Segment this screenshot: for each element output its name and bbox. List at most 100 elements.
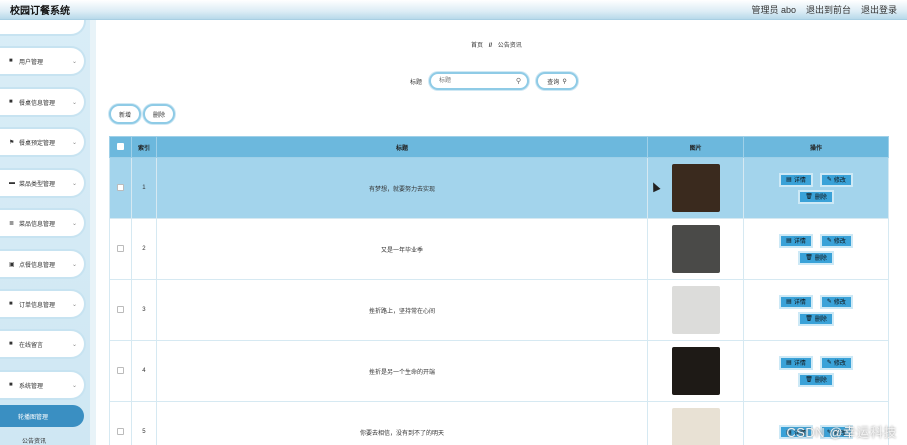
row-ops-cell: ▤ 详情 ✎ 修改 🗑 删除 bbox=[743, 340, 889, 402]
delete-label: 删除 bbox=[814, 317, 827, 323]
sidebar-subitem-carousel[interactable]: 轮播图管理 bbox=[0, 405, 84, 427]
sidebar-subitem-news[interactable]: 公告资讯 bbox=[0, 436, 84, 445]
table-row[interactable]: 3 挫折路上，坚持常在心间 ▤ 详情 ✎ 修改 🗑 删除 bbox=[109, 279, 889, 341]
row-checkbox[interactable] bbox=[116, 183, 124, 191]
row-image-cell bbox=[647, 401, 745, 445]
sidebar: ■ 用户管理 ⌄ ■ 餐桌信息管理 ⌄ ⚑ 餐桌预定管理 ⌄ ▬ 菜品类型管理 … bbox=[0, 20, 90, 445]
row-checkbox-cell bbox=[109, 279, 132, 341]
trash-icon: 🗑 bbox=[805, 377, 813, 383]
trash-icon: 🗑 bbox=[805, 316, 813, 322]
sidebar-item-label: 点餐信息管理 bbox=[19, 262, 56, 269]
delete-label: 删除 bbox=[814, 195, 827, 201]
breadcrumb-separator: // bbox=[488, 43, 493, 49]
column-header-image: 图片 bbox=[647, 136, 745, 158]
row-checkbox[interactable] bbox=[116, 305, 124, 313]
row-checkbox[interactable] bbox=[116, 427, 124, 435]
row-ops-cell: ▤ 详情 ✎ 修改 🗑 删除 bbox=[743, 279, 889, 341]
add-button[interactable]: 新增 bbox=[109, 104, 141, 124]
edit-icon: ✎ bbox=[826, 238, 832, 244]
logout-link[interactable]: 退出登录 bbox=[861, 3, 897, 16]
row-checkbox-cell bbox=[109, 340, 132, 402]
sidebar-item-orders[interactable]: ■ 订单信息管理 ⌄ bbox=[0, 291, 84, 317]
table-row[interactable]: 4 挫折是另一个生命的开端 ▤ 详情 ✎ 修改 🗑 删除 bbox=[109, 340, 889, 402]
edit-label: 修改 bbox=[833, 300, 846, 306]
sidebar-item-label: 餐桌信息管理 bbox=[19, 100, 56, 107]
grid-icon: ■ bbox=[9, 99, 13, 105]
row-index: 5 bbox=[130, 401, 157, 445]
row-delete-button[interactable]: 🗑 删除 bbox=[798, 311, 834, 326]
query-button-label: 查询 bbox=[547, 79, 560, 86]
detail-icon: ▤ bbox=[786, 238, 792, 244]
chevron-down-icon: ⌄ bbox=[71, 180, 77, 187]
row-title: 你要去相信，没有到不了的明天 bbox=[155, 401, 649, 445]
sidebar-item-orders-food[interactable]: ▣ 点餐信息管理 ⌄ bbox=[0, 251, 84, 277]
sidebar-item-label: 系统管理 bbox=[19, 383, 44, 390]
delete-button[interactable]: 删除 bbox=[143, 104, 175, 124]
sidebar-item-tables[interactable]: ■ 餐桌信息管理 ⌄ bbox=[0, 89, 84, 115]
row-image-cell bbox=[647, 279, 745, 341]
detail-button[interactable]: ▤ 详情 bbox=[779, 233, 813, 248]
row-thumbnail bbox=[671, 347, 720, 395]
edit-label: 修改 bbox=[833, 361, 846, 367]
row-index: 4 bbox=[130, 340, 157, 402]
breadcrumb: 首页 // 公告资讯 bbox=[471, 40, 522, 49]
table-row[interactable]: 1 有梦想，就要努力去实现 ▤ 详情 ✎ 修改 🗑 删除 bbox=[109, 157, 889, 219]
flag-icon: ⚑ bbox=[9, 139, 15, 146]
edit-button[interactable]: ✎ 修改 bbox=[819, 233, 853, 248]
grid-icon: ■ bbox=[9, 341, 13, 347]
detail-icon: ▤ bbox=[786, 360, 792, 366]
row-title: 有梦想，就要努力去实现 bbox=[155, 157, 649, 219]
sidebar-item-dishes[interactable]: ≣ 菜品信息管理 ⌄ bbox=[0, 210, 84, 236]
detail-label: 详情 bbox=[793, 178, 806, 184]
row-delete-button[interactable]: 🗑 删除 bbox=[798, 250, 834, 265]
row-thumbnail bbox=[671, 225, 720, 273]
detail-label: 详情 bbox=[793, 239, 806, 245]
row-title: 挫折路上，坚持常在心间 bbox=[155, 279, 649, 341]
row-title: 挫折是另一个生命的开端 bbox=[155, 340, 649, 402]
breadcrumb-home[interactable]: 首页 bbox=[471, 43, 483, 49]
detail-button[interactable]: ▤ 详情 bbox=[779, 172, 813, 187]
row-checkbox[interactable] bbox=[116, 244, 124, 252]
row-delete-button[interactable]: 🗑 删除 bbox=[798, 189, 834, 204]
sidebar-item-system[interactable]: ■ 系统管理 ⌄ bbox=[0, 372, 84, 398]
doc-icon: ≣ bbox=[9, 220, 15, 227]
exit-to-front-link[interactable]: 退出到前台 bbox=[806, 3, 851, 16]
select-all-checkbox[interactable] bbox=[116, 142, 124, 150]
detail-button[interactable]: ▤ 详情 bbox=[779, 294, 813, 309]
row-checkbox[interactable] bbox=[116, 366, 124, 374]
chevron-down-icon: ⌄ bbox=[71, 99, 77, 106]
table-row[interactable]: 2 又是一年毕业季 ▤ 详情 ✎ 修改 🗑 删除 bbox=[109, 218, 889, 280]
sidebar-item-label: 用户管理 bbox=[19, 59, 44, 66]
column-header-ops: 操作 bbox=[743, 136, 889, 158]
sidebar-item-users[interactable]: ■ 用户管理 ⌄ bbox=[0, 48, 84, 74]
edit-icon: ✎ bbox=[826, 177, 832, 183]
detail-icon: ▤ bbox=[786, 299, 792, 305]
top-bar: 校园订餐系统 管理员 abo 退出到前台 退出登录 bbox=[0, 0, 907, 20]
grid-icon: ■ bbox=[9, 301, 13, 307]
grid-icon: ■ bbox=[9, 382, 13, 388]
detail-icon: ▤ bbox=[786, 177, 792, 183]
delete-label: 删除 bbox=[814, 256, 827, 262]
edit-button[interactable]: ✎ 修改 bbox=[819, 172, 853, 187]
column-header-title: 标题 bbox=[155, 136, 649, 158]
sidebar-item-label: 订单信息管理 bbox=[19, 302, 56, 309]
main-content: 首页 // 公告资讯 标题 ⚲ 查询 ⚲ 新增 删除 索引 标题 图片 操作 bbox=[96, 20, 907, 445]
detail-label: 详情 bbox=[793, 300, 806, 306]
detail-button[interactable]: ▤ 详情 bbox=[779, 355, 813, 370]
chevron-down-icon: ⌄ bbox=[71, 220, 77, 227]
query-button[interactable]: 查询 ⚲ bbox=[536, 72, 579, 90]
edit-button[interactable]: ✎ 修改 bbox=[819, 294, 853, 309]
table-row[interactable]: 5 你要去相信，没有到不了的明天 ▤ 详情 ✎ 修改 bbox=[109, 401, 889, 445]
edit-button[interactable]: ✎ 修改 bbox=[819, 355, 853, 370]
sidebar-item-label: 菜品类型管理 bbox=[19, 181, 56, 188]
search-input[interactable] bbox=[431, 74, 512, 88]
top-bar-actions: 管理员 abo 退出到前台 退出登录 bbox=[751, 3, 897, 16]
sidebar-item-reservations[interactable]: ⚑ 餐桌预定管理 ⌄ bbox=[0, 129, 84, 155]
search-label: 标题 bbox=[410, 79, 423, 86]
row-delete-button[interactable]: 🗑 删除 bbox=[798, 372, 834, 387]
grid-icon: ■ bbox=[9, 58, 13, 64]
edit-label: 修改 bbox=[833, 239, 846, 245]
sidebar-item-dish-types[interactable]: ▬ 菜品类型管理 ⌄ bbox=[0, 170, 84, 196]
search-icon: ⚲ bbox=[515, 78, 522, 85]
sidebar-item-messages[interactable]: ■ 在线留言 ⌄ bbox=[0, 331, 84, 357]
